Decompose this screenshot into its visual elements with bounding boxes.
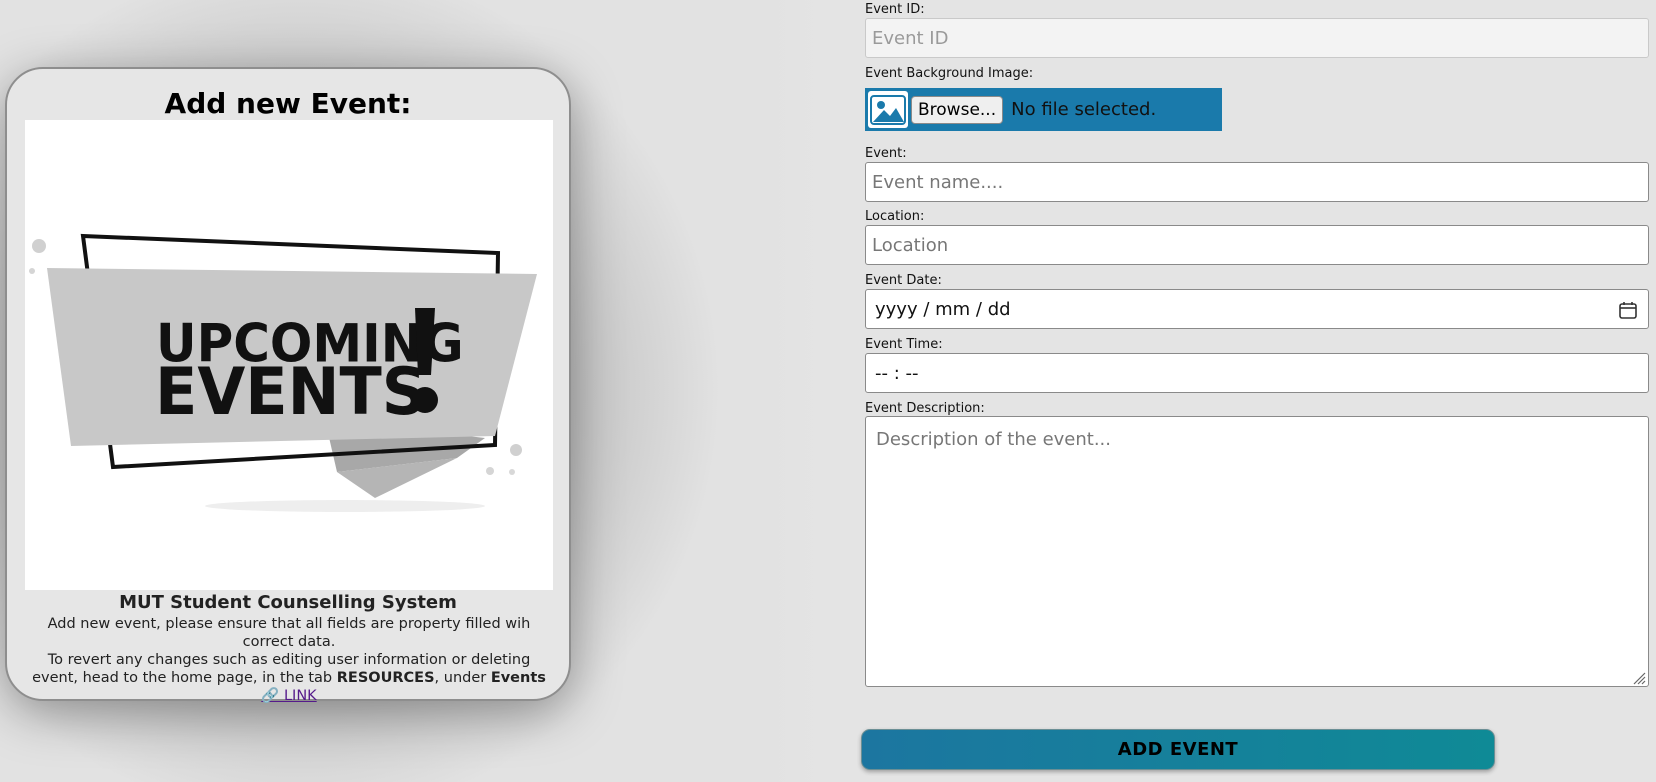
events-label: Events <box>490 670 546 686</box>
event-name-label: Event: <box>865 146 907 161</box>
location-label: Location: <box>865 209 925 224</box>
browse-button[interactable]: Browse... <box>911 95 1004 124</box>
card-title: Add new Event: <box>164 87 412 120</box>
card-description: Add new event, please ensure that all fi… <box>25 615 553 705</box>
event-time-label: Event Time: <box>865 337 943 352</box>
events-link[interactable]: 🔗 LINK <box>261 688 316 704</box>
file-status: No file selected. <box>1011 99 1157 120</box>
info-card: Add new Event: UPCOMING EVENTS MUT Stude… <box>5 67 571 704</box>
event-time-field[interactable]: -- : -- <box>865 353 1649 393</box>
system-heading: MUT Student Counselling System <box>119 592 457 613</box>
description-line-1: Add new event, please ensure that all fi… <box>47 616 531 650</box>
event-date-label: Event Date: <box>865 273 942 288</box>
event-id-label: Event ID: <box>865 2 925 17</box>
description-field[interactable] <box>865 416 1649 687</box>
description-label: Event Description: <box>865 401 985 416</box>
background-image-label: Event Background Image: <box>865 66 1034 81</box>
location-field[interactable] <box>865 225 1649 265</box>
time-placeholder: -- : -- <box>875 362 919 384</box>
image-text-events: EVENTS <box>155 354 426 430</box>
event-date-field[interactable]: yyyy / mm / dd <box>865 289 1649 329</box>
calendar-icon[interactable] <box>1618 300 1638 325</box>
resources-label: RESOURCES <box>336 670 435 686</box>
date-placeholder: yyyy / mm / dd <box>875 298 1011 320</box>
add-event-button[interactable]: ADD EVENT <box>861 729 1495 770</box>
background-image-picker[interactable]: Browse... No file selected. <box>865 88 1222 131</box>
under-text: , under <box>434 670 491 686</box>
upcoming-events-image: UPCOMING EVENTS <box>25 120 553 590</box>
image-icon <box>868 91 908 128</box>
event-name-field[interactable] <box>865 162 1649 202</box>
event-id-field[interactable] <box>865 18 1649 58</box>
